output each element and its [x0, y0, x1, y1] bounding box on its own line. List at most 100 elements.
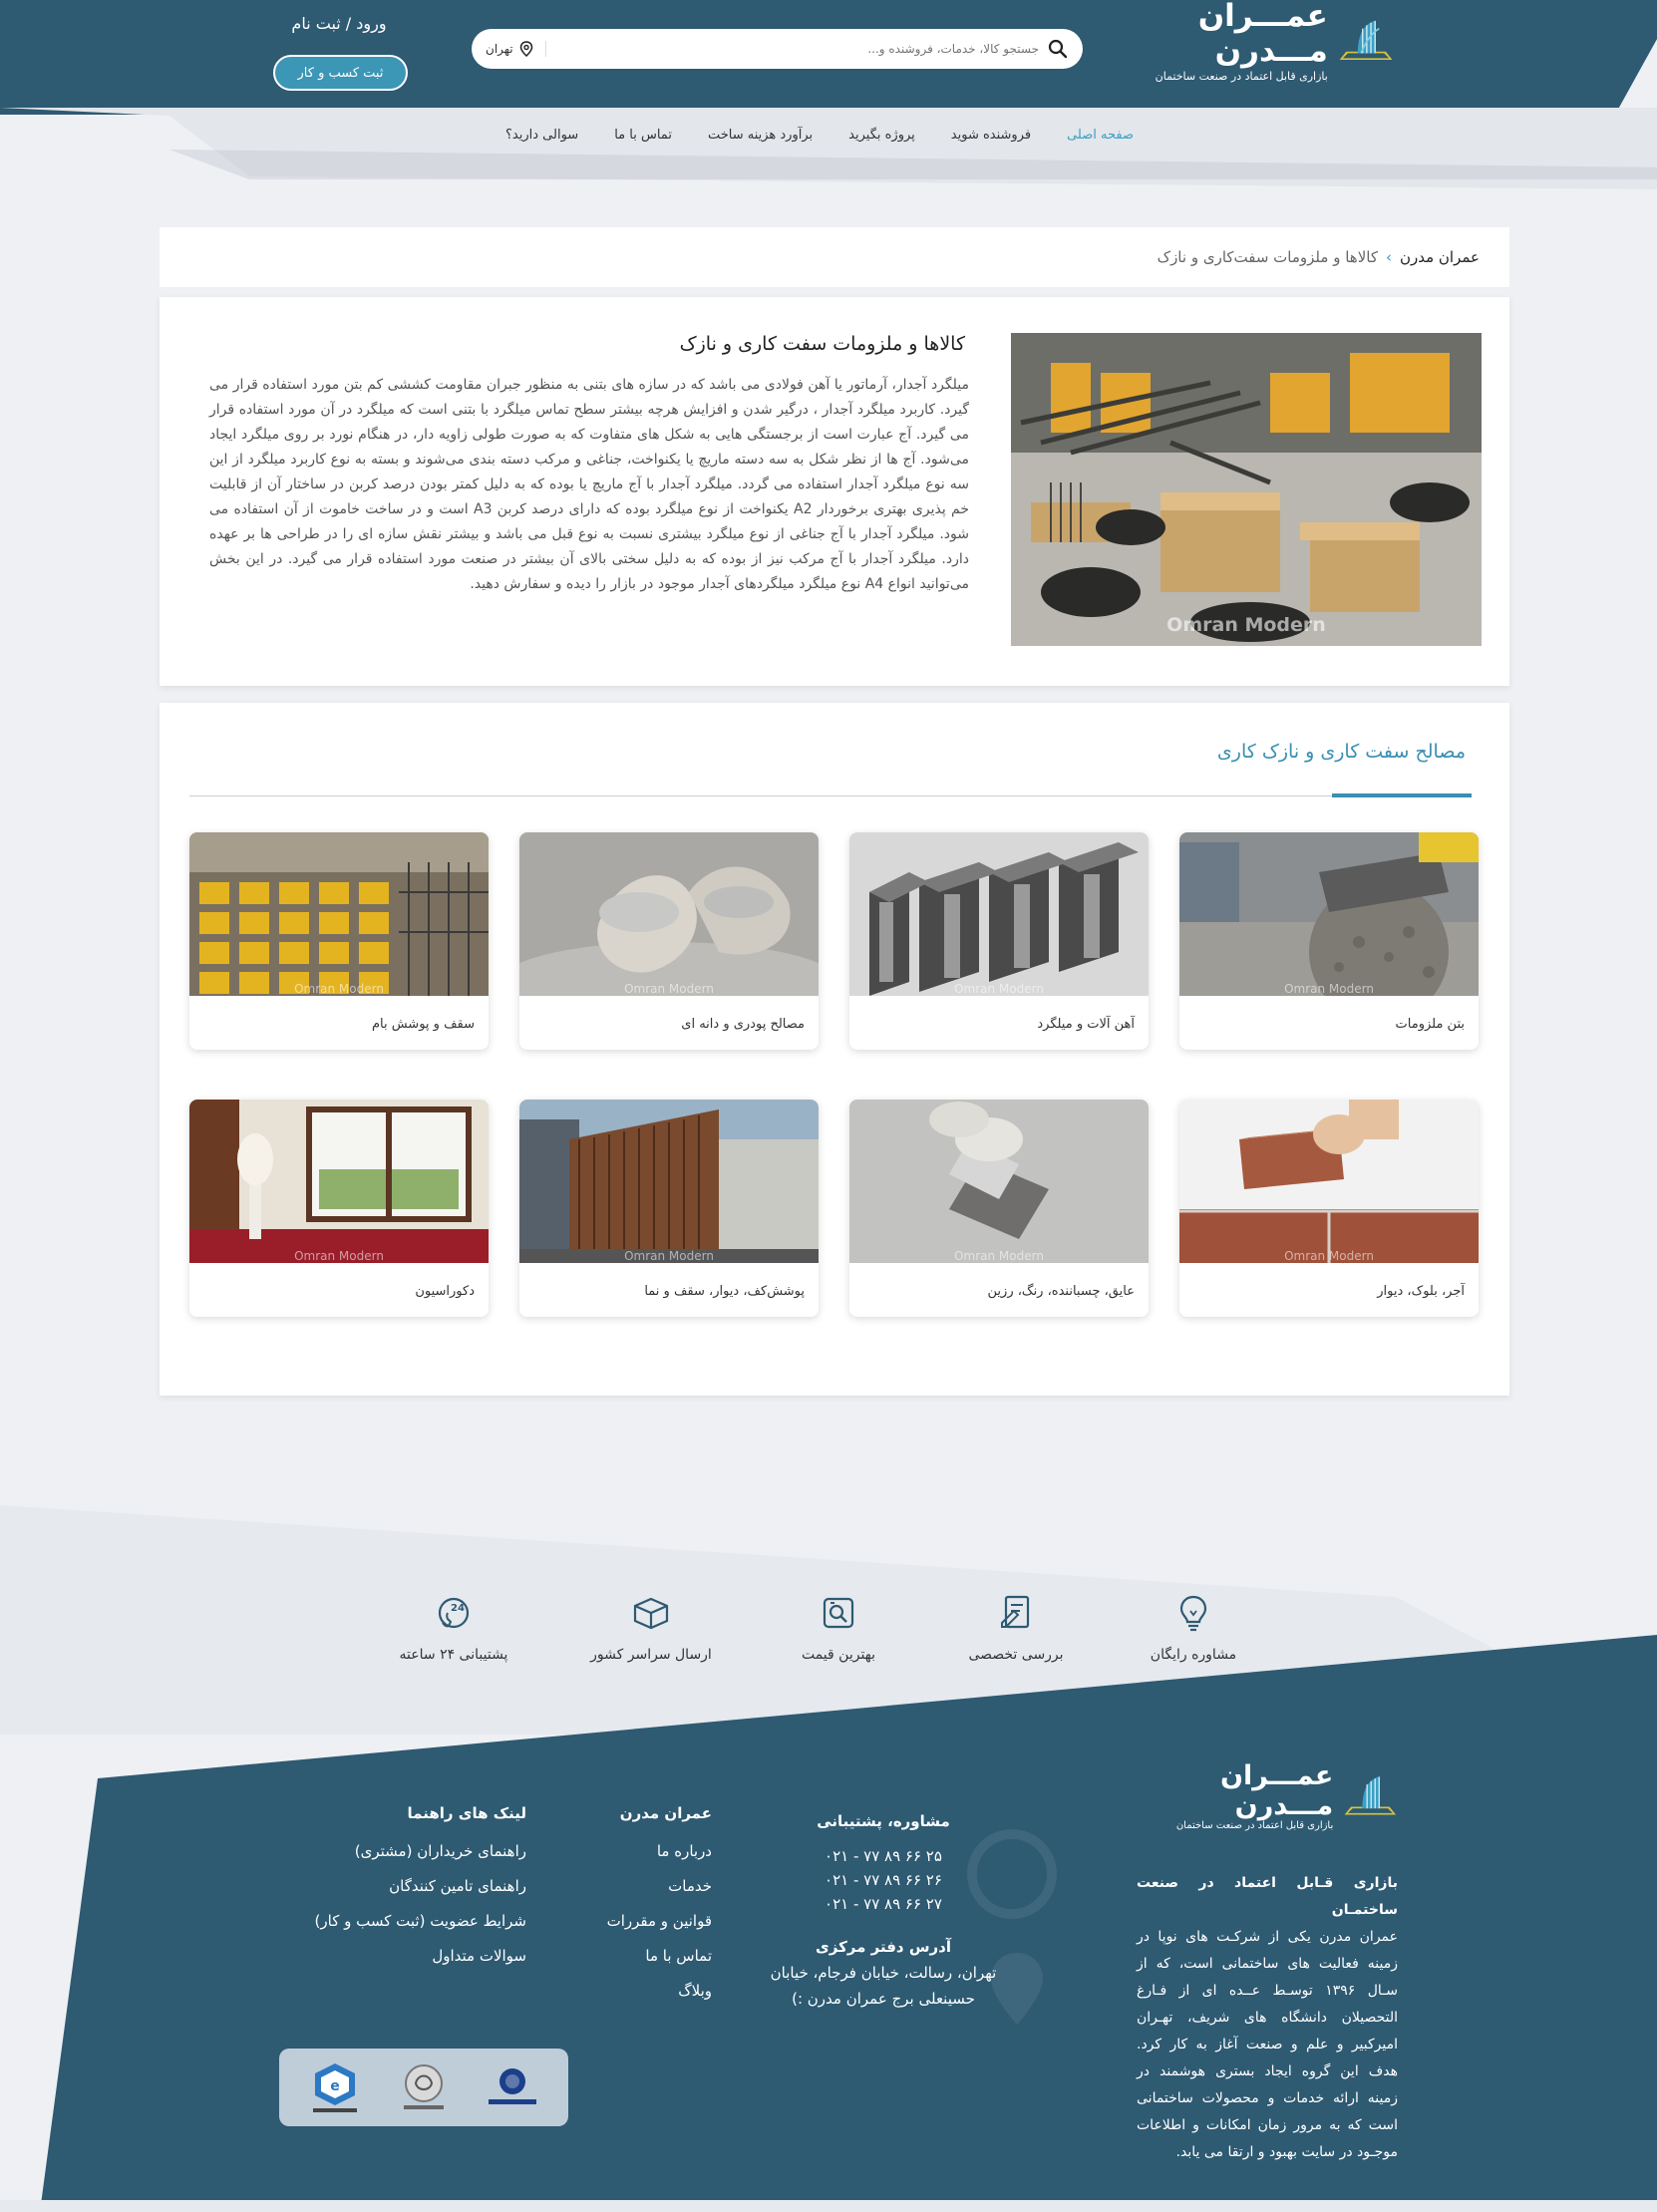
price-tag-icon — [823, 1597, 854, 1629]
logo-name: عمـــران مـــدرن — [1197, 0, 1328, 69]
product-watermark: Omran Modern — [624, 1249, 714, 1263]
product-watermark: Omran Modern — [1284, 1249, 1374, 1263]
feature-free-consult: مشاوره رایگان — [1129, 1593, 1258, 1663]
product-card-concrete[interactable]: Omran Modern بتن ملزومات — [1179, 832, 1479, 1050]
product-image-decoration: Omran Modern — [189, 1100, 489, 1263]
footer-link-about[interactable]: درباره ما — [607, 1842, 712, 1860]
product-card-insulation[interactable]: Omran Modern عایق، چسباننده، رنگ، رزین — [849, 1100, 1149, 1317]
search-bar[interactable]: تهران — [472, 29, 1083, 69]
footer-link-membership[interactable]: شرایط عضویت (ثبت کسب و کار) — [315, 1912, 526, 1930]
product-card-covering[interactable]: Omran Modern پوشش‌کف، دیوار، سقف و نما — [519, 1100, 819, 1317]
product-label: مصالح پودری و دانه ای — [681, 1017, 805, 1032]
footer-support-title: مشاوره، پشتیبانی — [817, 1812, 950, 1830]
login-link[interactable]: ورود / ثبت نام — [269, 14, 409, 33]
location-pin-icon — [519, 41, 532, 57]
samandehi-badge[interactable] — [393, 2056, 455, 2118]
location-label: تهران — [486, 42, 513, 56]
product-watermark: Omran Modern — [1284, 982, 1374, 996]
product-label: پوشش‌کف، دیوار، سقف و نما — [644, 1284, 805, 1299]
footer-logo-name: عمـــران مـــدرن — [1219, 1759, 1334, 1821]
footer-about-title: بازاری قـابل اعتماد در صنعت ساختمـان — [1137, 1875, 1398, 1918]
footer-col-title: لینک های راهنما — [407, 1804, 526, 1822]
breadcrumb-current: کالاها و ملزومات سفت‌کاری و نازک — [1157, 248, 1378, 266]
product-watermark: Omran Modern — [954, 982, 1044, 996]
product-card-powder[interactable]: Omran Modern مصالح پودری و دانه ای — [519, 832, 819, 1050]
main-nav: صفحه اصلی فروشنده شوید پروژه بگیرید برآو… — [505, 128, 1134, 143]
section-divider — [189, 795, 1472, 796]
nav-item-contact[interactable]: تماس با ما — [614, 128, 672, 143]
footer-link-contact[interactable]: تماس با ما — [607, 1947, 712, 1965]
anjoman-badge[interactable] — [482, 2056, 543, 2118]
footer-phone[interactable]: ۰۲۱ - ۷۷ ۸۹ ۶۶ ۲۵ — [754, 1844, 1013, 1868]
product-image-brick: Omran Modern — [1179, 1100, 1479, 1263]
breadcrumb-home[interactable]: عمران مدرن — [1400, 248, 1480, 266]
footer-about-text: عمران مدرن یکی از شرکـت های نوپا در زمین… — [1137, 1929, 1398, 2160]
building-logo-icon — [1344, 1775, 1397, 1815]
feature-label: پشتیبانی ۲۴ ساعته — [399, 1647, 508, 1663]
product-card-decoration[interactable]: Omran Modern دکوراسیون — [189, 1100, 489, 1317]
register-business-button[interactable]: ثبت کسب و کار — [273, 55, 408, 91]
product-image-concrete: Omran Modern — [1179, 832, 1479, 996]
footer-link-suppliers-guide[interactable]: راهنمای تامین کنندگان — [315, 1877, 526, 1895]
product-watermark: Omran Modern — [954, 1249, 1044, 1263]
location-selector[interactable]: تهران — [486, 41, 546, 57]
enamad-badge[interactable]: e — [304, 2056, 366, 2118]
product-image-covering: Omran Modern — [519, 1100, 819, 1263]
nav-item-cost-estimate[interactable]: برآورد هزینه ساخت — [708, 128, 813, 143]
footer-link-buyers-guide[interactable]: راهنمای خریداران (مشتری) — [315, 1842, 526, 1860]
product-label: عایق، چسباننده، رنگ، رزین — [987, 1284, 1135, 1299]
site-logo[interactable]: عمـــران مـــدرن بازاری قابل اعتماد در ص… — [1119, 0, 1394, 83]
search-icon[interactable] — [1047, 38, 1069, 60]
feature-nationwide-shipping: ارسال سراسر کشور — [586, 1593, 716, 1663]
feature-label: بهترین قیمت — [801, 1647, 876, 1663]
svg-text:24: 24 — [451, 1603, 465, 1614]
nav-item-home[interactable]: صفحه اصلی — [1067, 128, 1134, 143]
product-card-steel[interactable]: Omran Modern آهن آلات و میلگرد — [849, 832, 1149, 1050]
product-watermark: Omran Modern — [294, 982, 384, 996]
footer-link-blog[interactable]: وبلاگ — [607, 1982, 712, 2000]
footer-logo-tagline: بازاری قابل اعتماد در صنعت ساختمان — [1175, 1820, 1334, 1832]
products-section: مصالح سفت کاری و نازک کاری Omran Modern … — [160, 703, 1509, 1396]
svg-text:e: e — [331, 2078, 341, 2094]
search-input[interactable] — [553, 42, 1039, 56]
category-intro-card: Omran Modern کالاها و ملزومات سفت کاری و… — [160, 297, 1509, 686]
product-card-roof[interactable]: Omran Modern سقف و پوشش بام — [189, 832, 489, 1050]
product-image-roof: Omran Modern — [189, 832, 489, 996]
intro-image: Omran Modern — [1011, 333, 1482, 646]
section-title-underline — [1332, 793, 1472, 797]
footer-phone[interactable]: ۰۲۱ - ۷۷ ۸۹ ۶۶ ۲۷ — [754, 1892, 1013, 1916]
footer-link-faq[interactable]: سوالات متداول — [315, 1947, 526, 1965]
nav-item-get-project[interactable]: پروژه بگیرید — [848, 128, 915, 143]
trust-badges: e — [279, 2049, 568, 2126]
product-image-insulation: Omran Modern — [849, 1100, 1149, 1263]
feature-support-24: 24 پشتیبانی ۲۴ ساعته — [389, 1593, 518, 1663]
product-watermark: Omran Modern — [624, 982, 714, 996]
products-title: مصالح سفت کاری و نازک کاری — [1216, 741, 1466, 763]
support-24-icon: 24 — [438, 1597, 470, 1629]
product-image-powder: Omran Modern — [519, 832, 819, 996]
feature-label: ارسال سراسر کشور — [590, 1647, 712, 1663]
feature-label: بررسی تخصصی — [968, 1647, 1064, 1663]
footer-contact: مشاوره، پشتیبانی ۰۲۱ - ۷۷ ۸۹ ۶۶ ۲۵ ۰۲۱ -… — [754, 1812, 1013, 2012]
footer-logo[interactable]: عمـــران مـــدرن بازاری قابل اعتماد در ص… — [1145, 1759, 1398, 1832]
document-pen-icon — [1001, 1595, 1030, 1629]
footer-link-rules[interactable]: قوانین و مقررات — [607, 1912, 712, 1930]
box-icon — [633, 1597, 669, 1630]
footer-phone[interactable]: ۰۲۱ - ۷۷ ۸۹ ۶۶ ۲۶ — [754, 1868, 1013, 1892]
product-label: سقف و پوشش بام — [371, 1017, 475, 1032]
product-watermark: Omran Modern — [294, 1249, 384, 1263]
footer-office-address: تهران، رسالت، خیابان فرجام، خیابان حسینع… — [770, 1964, 997, 2008]
footer-link-services[interactable]: خدمات — [607, 1877, 712, 1895]
breadcrumb: عمران مدرن › کالاها و ملزومات سفت‌کاری و… — [160, 227, 1509, 287]
nav-item-become-seller[interactable]: فروشنده شوید — [951, 128, 1031, 143]
product-card-brick[interactable]: Omran Modern آجر، بلوک، دیوار — [1179, 1100, 1479, 1317]
product-image-steel: Omran Modern — [849, 832, 1149, 996]
breadcrumb-separator: › — [1385, 248, 1392, 266]
product-label: آجر، بلوک، دیوار — [1377, 1284, 1465, 1299]
footer-col-company: عمران مدرن درباره ما خدمات قوانین و مقرر… — [607, 1804, 712, 2017]
footer-bottom-bar — [0, 2200, 1657, 2212]
intro-text: میلگرد آجدار، آرماتور یا آهن فولادی می ب… — [209, 377, 970, 592]
nav-item-faq[interactable]: سوالی دارید؟ — [505, 128, 578, 143]
footer-office-title: آدرس دفتر مرکزی — [815, 1938, 951, 1956]
intro-title: کالاها و ملزومات سفت کاری و نازک — [679, 333, 965, 355]
